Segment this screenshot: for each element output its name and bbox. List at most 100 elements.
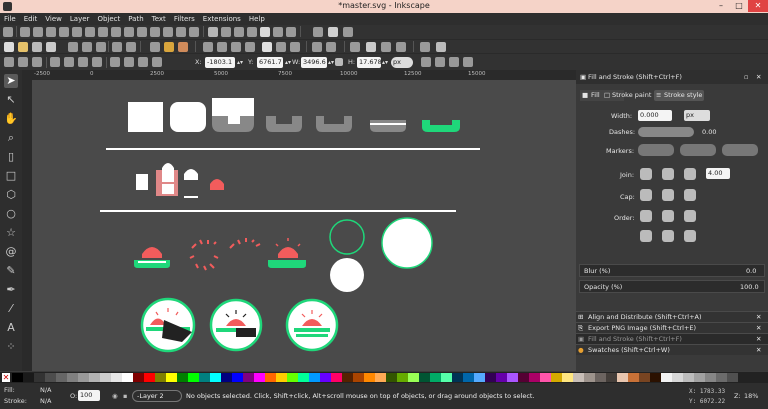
menu-extensions[interactable]: Extensions	[199, 13, 245, 25]
color-swatch[interactable]	[430, 373, 441, 382]
spiral-tool-icon[interactable]: @	[4, 245, 18, 259]
color-swatch[interactable]	[232, 373, 243, 382]
start-marker-select[interactable]	[638, 144, 674, 156]
color-swatch[interactable]	[507, 373, 518, 382]
copy-icon[interactable]	[150, 42, 160, 52]
color-swatch[interactable]	[562, 373, 573, 382]
color-swatch[interactable]	[298, 373, 309, 382]
save-icon[interactable]	[32, 42, 42, 52]
star-tool-icon[interactable]: ☆	[4, 226, 18, 240]
round-cap-icon[interactable]	[662, 189, 674, 201]
color-swatch[interactable]	[551, 373, 562, 382]
h-stepper[interactable]: ▴▾	[382, 57, 388, 68]
ungroup-icon[interactable]	[326, 42, 336, 52]
snap-toggle-icon[interactable]	[3, 27, 13, 37]
close-icon[interactable]: ✕	[756, 324, 761, 332]
color-swatch[interactable]	[188, 373, 199, 382]
w-field[interactable]: 3496.6	[301, 57, 327, 68]
transform-patterns-icon[interactable]	[463, 57, 473, 67]
color-swatch[interactable]	[584, 373, 595, 382]
order-stroke-markers-fill-icon[interactable]	[662, 230, 674, 242]
redo-icon[interactable]	[126, 42, 136, 52]
gray-tray[interactable]	[370, 120, 406, 132]
snap-intersections-icon[interactable]	[111, 27, 121, 37]
color-swatch[interactable]	[650, 373, 661, 382]
green-circle-outline[interactable]	[329, 219, 365, 255]
color-swatch[interactable]	[474, 373, 485, 382]
guide-icon[interactable]	[343, 27, 353, 37]
layer-lock-icon[interactable]: ▪	[123, 392, 127, 400]
butt-cap-icon[interactable]	[640, 189, 652, 201]
paste-icon[interactable]	[178, 42, 188, 52]
sun-rays-half[interactable]	[229, 238, 261, 249]
dashes-select[interactable]	[638, 127, 694, 137]
snap-clip-icon[interactable]	[273, 27, 283, 37]
snap-object-center-icon[interactable]	[163, 27, 173, 37]
order-stroke-fill-markers-icon[interactable]	[662, 210, 674, 222]
color-swatch[interactable]	[177, 373, 188, 382]
color-swatch[interactable]	[397, 373, 408, 382]
color-swatch[interactable]	[67, 373, 78, 382]
unit-select[interactable]: px	[391, 57, 413, 68]
snap-corners-icon[interactable]	[46, 27, 56, 37]
print-icon[interactable]	[46, 42, 56, 52]
order-fill-markers-stroke-icon[interactable]	[684, 210, 696, 222]
color-swatch[interactable]	[716, 373, 727, 382]
selector-tool-icon[interactable]: ➤	[4, 74, 18, 88]
width-field[interactable]: 0.000	[638, 110, 672, 121]
rectangle-tool-icon[interactable]: □	[4, 169, 18, 183]
xml-editor-icon[interactable]	[381, 42, 391, 52]
zoom-drawing-icon[interactable]	[217, 42, 227, 52]
layer-select[interactable]: -Layer 2	[132, 390, 182, 402]
color-swatch[interactable]	[661, 373, 672, 382]
color-swatch[interactable]	[12, 373, 23, 382]
snap-document-icon[interactable]	[260, 27, 270, 37]
minimize-button[interactable]: –	[712, 0, 730, 12]
snap-nodes-icon[interactable]	[85, 27, 95, 37]
color-swatch[interactable]	[672, 373, 683, 382]
rotate-cw-icon[interactable]	[64, 57, 74, 67]
x-field[interactable]: -1803.1	[205, 57, 235, 68]
flip-horizontal-icon[interactable]	[78, 57, 88, 67]
badge-2[interactable]	[209, 298, 263, 352]
color-swatch[interactable]	[518, 373, 529, 382]
blur-slider[interactable]: Blur (%) 0.0	[579, 264, 765, 277]
color-swatch[interactable]	[23, 373, 34, 382]
color-swatch[interactable]	[111, 373, 122, 382]
align-distribute-icon[interactable]	[396, 42, 406, 52]
badge-3[interactable]	[285, 298, 339, 352]
color-swatch[interactable]	[606, 373, 617, 382]
color-swatch[interactable]	[56, 373, 67, 382]
scale-corners-icon[interactable]	[435, 57, 445, 67]
miter-limit-field[interactable]: 4.00	[706, 168, 730, 179]
color-swatch[interactable]	[364, 373, 375, 382]
lower-icon[interactable]	[138, 57, 148, 67]
color-swatch[interactable]	[210, 373, 221, 382]
close-button[interactable]: ✕	[748, 0, 768, 12]
color-swatch[interactable]	[463, 373, 474, 382]
white-dome[interactable]	[184, 169, 198, 180]
unlink-clone-icon[interactable]	[290, 42, 300, 52]
select-all-layers-icon[interactable]	[18, 57, 28, 67]
color-swatch[interactable]	[45, 373, 56, 382]
h-field[interactable]: 17.678	[357, 57, 382, 68]
color-swatch[interactable]	[34, 373, 45, 382]
scale-stroke-icon[interactable]	[421, 57, 431, 67]
fill-indicator[interactable]: N/A	[40, 386, 52, 394]
color-swatch[interactable]	[89, 373, 100, 382]
color-swatch[interactable]	[529, 373, 540, 382]
color-swatch[interactable]	[727, 373, 738, 382]
snap-smooth-icon[interactable]	[124, 27, 134, 37]
flip-vertical-icon[interactable]	[92, 57, 102, 67]
spray-tool-icon[interactable]: ⁘	[4, 340, 18, 354]
color-swatch[interactable]	[243, 373, 254, 382]
color-swatch[interactable]	[639, 373, 650, 382]
color-swatch[interactable]	[221, 373, 232, 382]
sun-rays[interactable]	[189, 239, 219, 271]
snap-text-baseline-icon[interactable]	[189, 27, 199, 37]
sunrise-icon[interactable]	[142, 247, 162, 258]
document-properties-icon[interactable]	[436, 42, 446, 52]
transform-gradients-icon[interactable]	[449, 57, 459, 67]
dashes-value[interactable]: 0.00	[702, 128, 716, 136]
maximize-button[interactable]: □	[730, 0, 748, 12]
